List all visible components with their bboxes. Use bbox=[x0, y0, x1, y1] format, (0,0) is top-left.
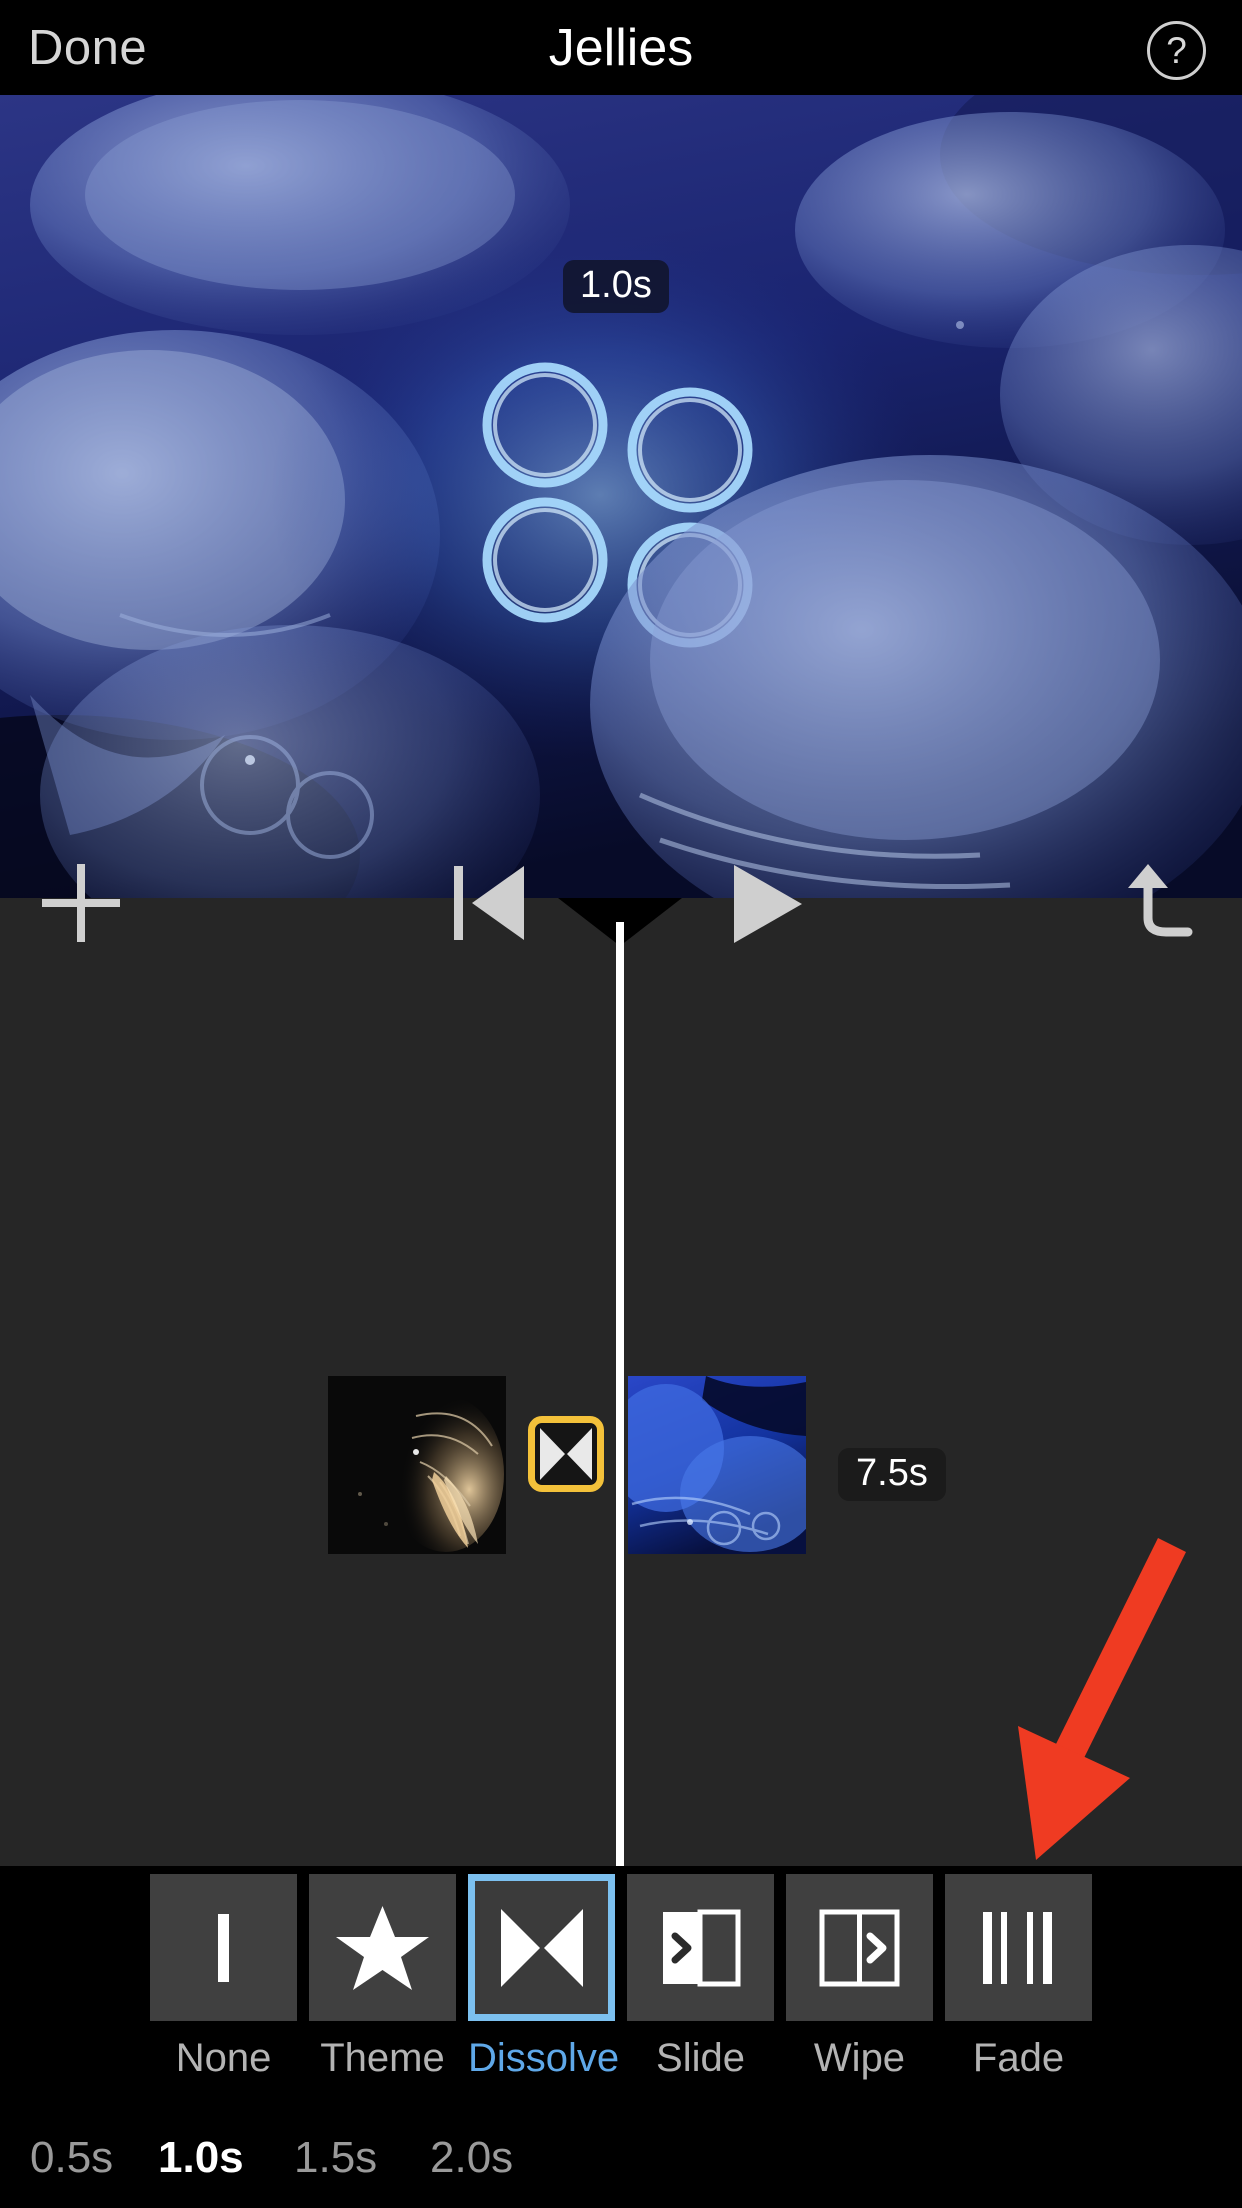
transition-tile-none[interactable] bbox=[150, 1874, 297, 2021]
imovie-transition-screen: Done Jellies ? 1.0s 7.5s None Theme Diss… bbox=[0, 0, 1242, 2208]
top-navigation-bar: Done Jellies ? bbox=[0, 0, 1242, 95]
playhead-line[interactable] bbox=[616, 922, 624, 1866]
transition-option-theme[interactable]: Theme bbox=[309, 1874, 456, 2079]
transition-marker-icon[interactable] bbox=[528, 1416, 604, 1492]
undo-icon[interactable] bbox=[1116, 858, 1204, 946]
transition-option-fade[interactable]: Fade bbox=[945, 1874, 1092, 2079]
transition-option-none[interactable]: None bbox=[150, 1874, 297, 2079]
bowtie-transition-icon bbox=[540, 1428, 592, 1480]
timeline-clip-right[interactable] bbox=[628, 1376, 806, 1554]
jellyfish-video-frame bbox=[0, 95, 1242, 898]
skip-to-start-icon[interactable] bbox=[452, 862, 530, 944]
transition-label-fade: Fade bbox=[972, 2036, 1065, 2080]
transition-option-wipe[interactable]: Wipe bbox=[786, 1874, 933, 2079]
slide-icon bbox=[663, 1909, 741, 1987]
transition-label-slide: Slide bbox=[656, 2036, 745, 2080]
preview-duration-badge: 1.0s bbox=[563, 260, 669, 313]
transition-tile-wipe[interactable] bbox=[786, 1874, 933, 2021]
play-icon[interactable] bbox=[726, 862, 806, 946]
bars-icon bbox=[983, 1912, 1052, 1984]
transition-tile-fade[interactable] bbox=[945, 1874, 1092, 2021]
transition-tile-theme[interactable] bbox=[309, 1874, 456, 2021]
bar-icon bbox=[218, 1914, 229, 1982]
add-media-icon[interactable] bbox=[38, 860, 124, 946]
transition-label-dissolve: Dissolve bbox=[468, 2036, 620, 2080]
star-icon bbox=[336, 1906, 429, 1990]
duration-option-1-0s[interactable]: 1.0s bbox=[158, 2134, 244, 2182]
play-triangle-icon bbox=[734, 865, 802, 943]
transition-label-wipe: Wipe bbox=[813, 2036, 906, 2080]
transition-option-slide[interactable]: Slide bbox=[627, 1874, 774, 2079]
transition-option-dissolve[interactable]: Dissolve bbox=[468, 1874, 620, 2080]
duration-option-2-0s[interactable]: 2.0s bbox=[430, 2134, 513, 2182]
transition-tile-slide[interactable] bbox=[627, 1874, 774, 2021]
wipe-icon bbox=[819, 1909, 900, 1987]
transition-options-bar: None Theme Dissolve Slide Wipe Fade bbox=[0, 1866, 1242, 2108]
help-icon[interactable]: ? bbox=[1147, 21, 1206, 80]
duration-option-1-5s[interactable]: 1.5s bbox=[294, 2134, 377, 2182]
skip-back-icon bbox=[454, 866, 524, 940]
comb-jelly-thumbnail bbox=[328, 1376, 506, 1554]
video-preview[interactable]: 1.0s bbox=[0, 95, 1242, 898]
page-title: Jellies bbox=[548, 19, 694, 77]
transition-label-none: None bbox=[175, 2036, 272, 2080]
duration-option-0-5s[interactable]: 0.5s bbox=[30, 2134, 113, 2182]
clip-duration-badge: 7.5s bbox=[838, 1448, 946, 1501]
bowtie-icon bbox=[500, 1908, 583, 1987]
blue-jelly-thumbnail bbox=[628, 1376, 806, 1554]
duration-bar: 0.5s 1.0s 1.5s 2.0s bbox=[0, 2108, 1242, 2208]
transition-label-theme: Theme bbox=[320, 2036, 445, 2080]
timeline-clip-left[interactable] bbox=[328, 1376, 506, 1554]
undo-arrow-icon bbox=[1128, 864, 1193, 937]
transition-tile-dissolve[interactable] bbox=[468, 1874, 615, 2021]
plus-icon bbox=[42, 864, 120, 942]
